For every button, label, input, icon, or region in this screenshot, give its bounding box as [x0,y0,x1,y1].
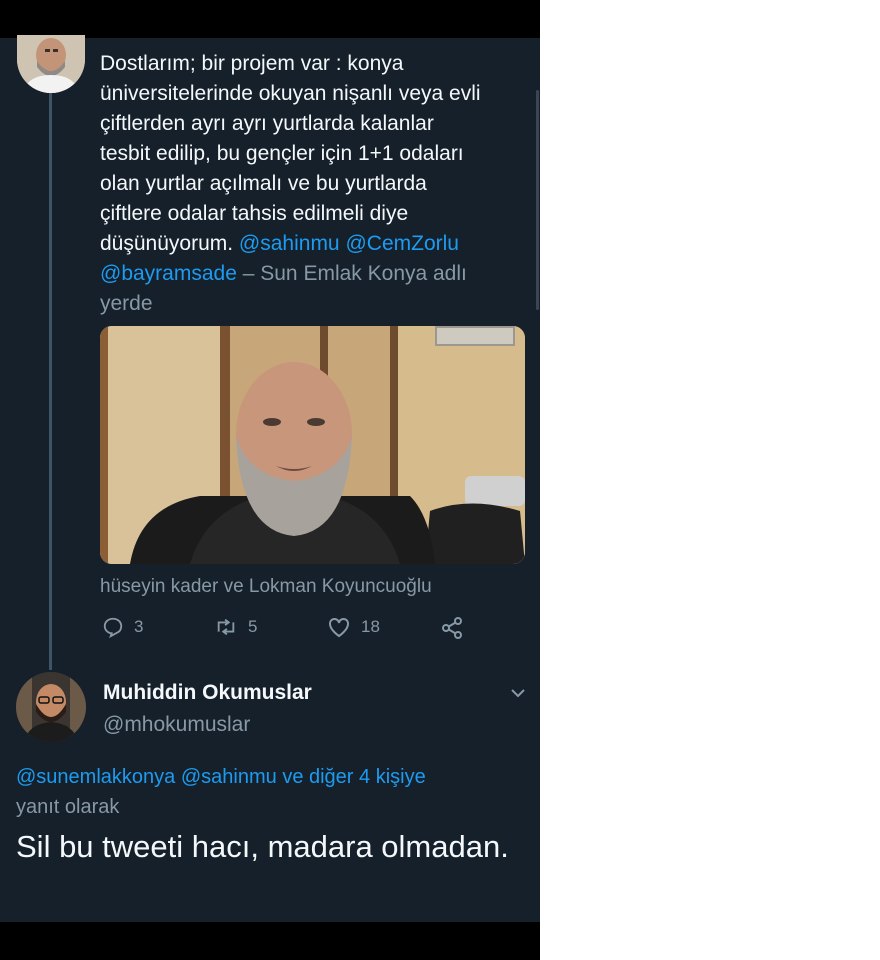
share-icon [440,616,464,640]
reply-icon [102,616,124,638]
retweet-action[interactable]: 5 [214,616,257,638]
photo-tags[interactable]: hüseyin kader ve Lokman Koyuncuoğlu [100,576,432,598]
mention-link[interactable]: @sahinmu [181,766,277,788]
navigation-bar [0,922,540,960]
tweet-text: Dostlarım; bir projem var : konya üniver… [100,49,520,319]
reply-author-name[interactable]: Muhiddin Okumuslar [103,681,312,705]
mention-link[interactable]: @sahinmu [239,232,340,255]
mention-link[interactable]: @CemZorlu [345,232,459,255]
replying-to-suffix: yanıt olarak [16,796,120,818]
mention-link[interactable]: @bayramsade [100,262,237,285]
heart-icon [327,616,351,638]
scrollbar[interactable] [536,90,539,310]
like-count: 18 [361,617,380,636]
avatar[interactable] [16,672,86,742]
mention-link[interactable]: @sunemlakkonya [16,766,175,788]
others-link[interactable]: ve diğer 4 kişiye [282,766,425,788]
reply-count: 3 [134,617,144,636]
location-separator: – [236,262,261,285]
tweet-body: Dostlarım; bir projem var : konya üniver… [100,52,481,255]
tweet-actions: 3 5 18 [100,616,520,646]
share-action[interactable] [440,616,464,640]
chevron-down-icon[interactable] [508,683,528,708]
status-bar [0,0,540,38]
tweet-photo[interactable] [100,326,525,564]
retweet-icon [214,616,238,638]
twitter-screen: Dostlarım; bir projem var : konya üniver… [0,0,540,960]
reply-text: Sil bu tweeti hacı, madara olmadan. [16,829,509,864]
reply-action[interactable]: 3 [102,616,143,638]
replying-to: @sunemlakkonya @sahinmu ve diğer 4 kişiy… [16,762,516,822]
like-action[interactable]: 18 [327,616,380,638]
avatar[interactable] [17,35,85,93]
thread-connector-line [49,92,52,670]
reply-author-handle[interactable]: @mhokumuslar [103,713,250,737]
retweet-count: 5 [248,617,258,636]
